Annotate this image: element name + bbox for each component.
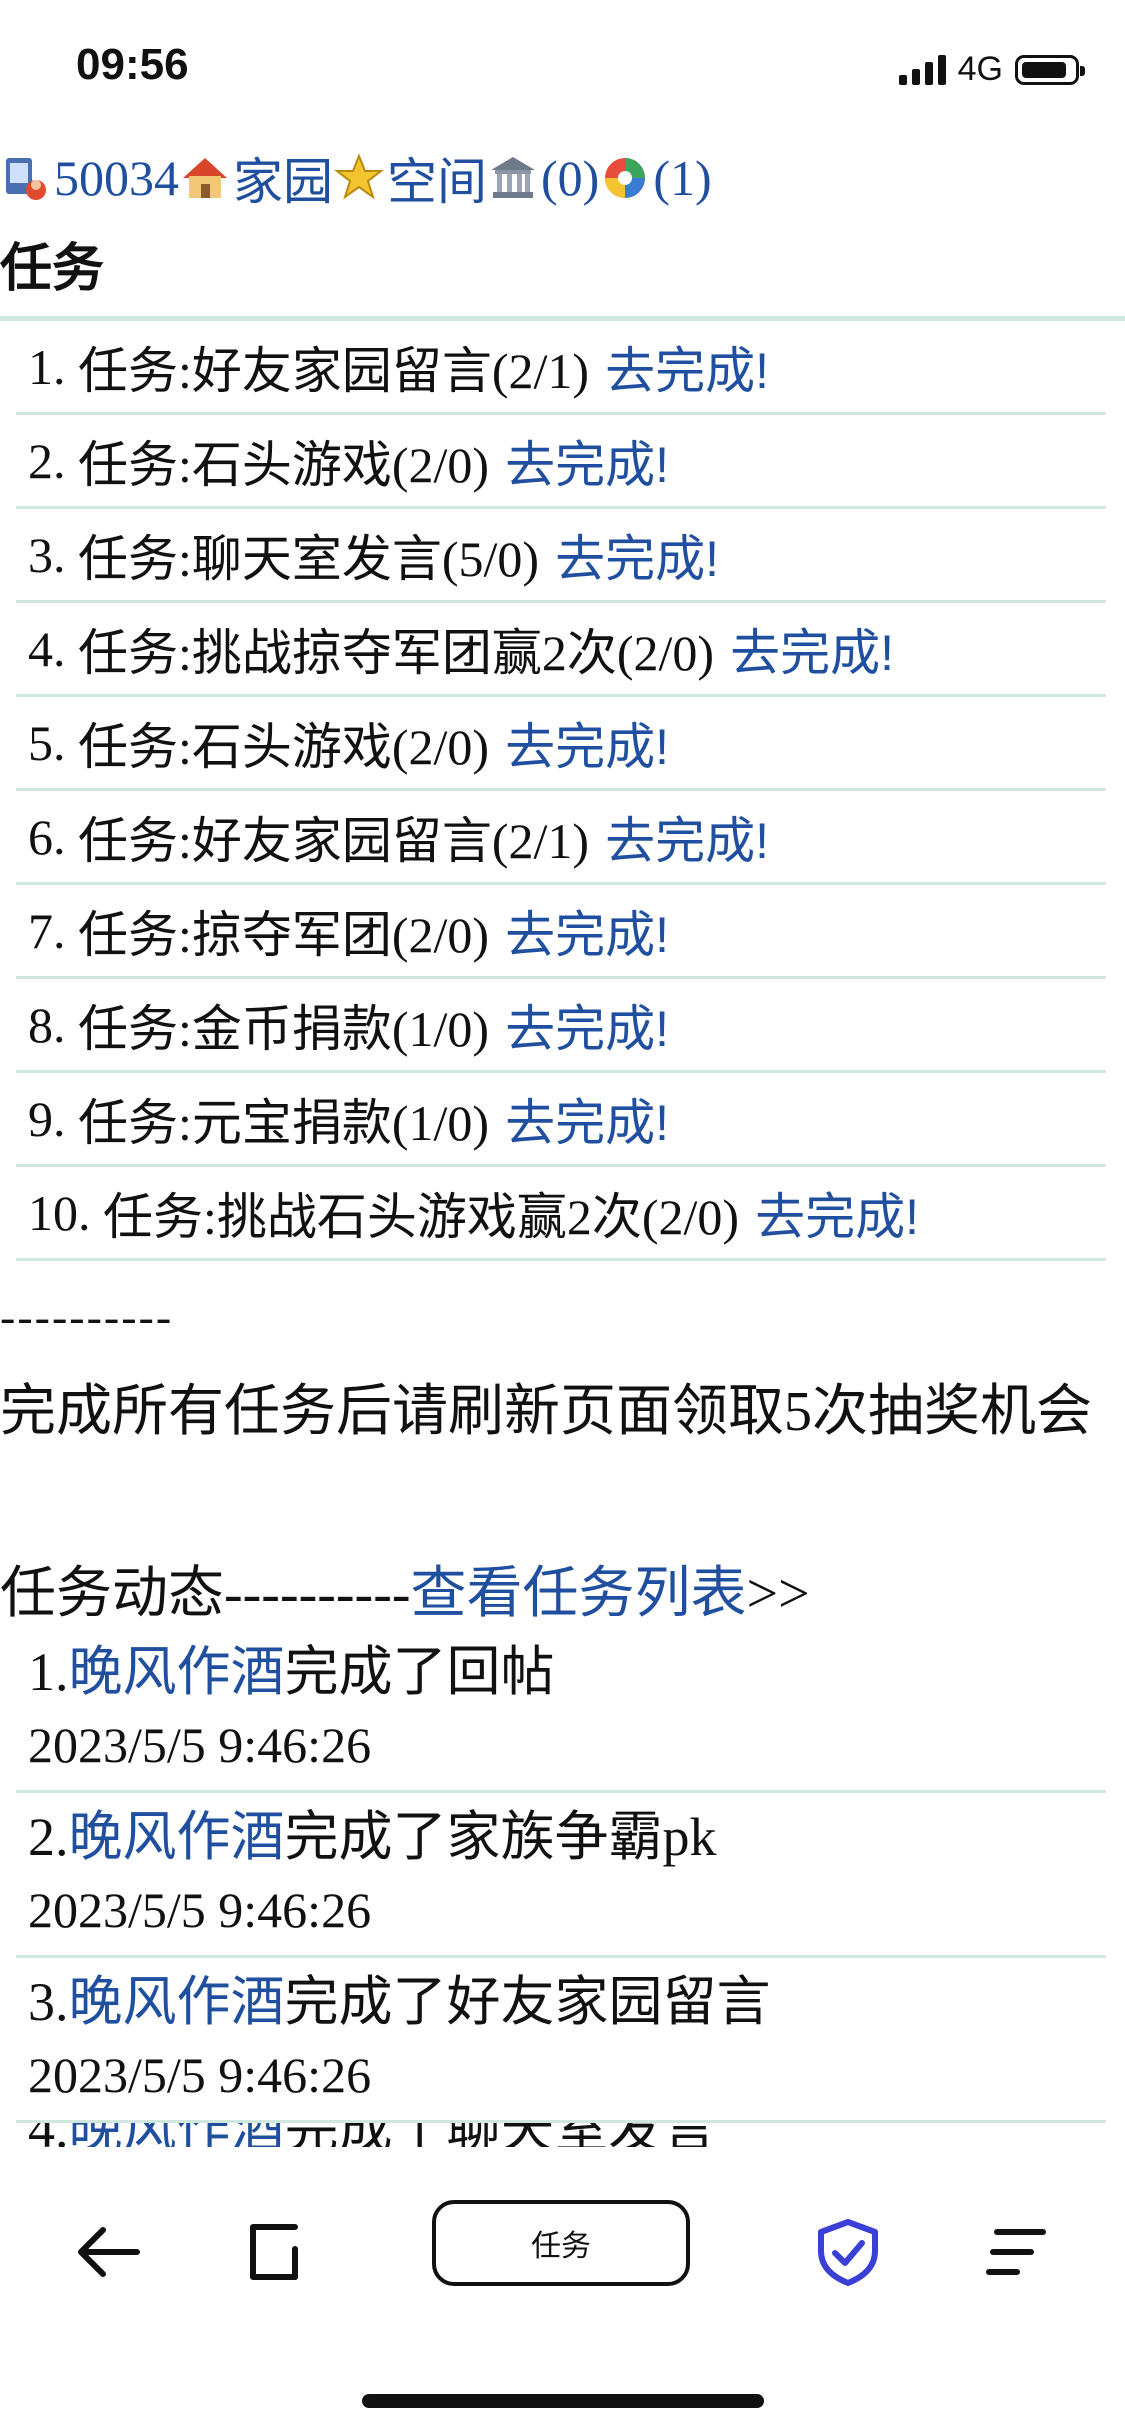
list-item-partial: 4.晚风作酒完成了聊天室发言 [16, 2123, 1106, 2147]
status-indicators: 4G [898, 50, 1085, 89]
task-row: 2. 任务:石头游戏(2/0) 去完成! [16, 415, 1106, 509]
activity-user-link[interactable]: 晚风作酒 [69, 1807, 285, 1867]
task-number: 4. [28, 620, 66, 677]
address-bar-button[interactable]: 任务 [432, 2200, 690, 2286]
space-link[interactable]: 空间 [387, 142, 487, 214]
task-go-link[interactable]: 去完成! [755, 1177, 919, 1249]
task-go-link[interactable]: 去完成! [555, 519, 719, 591]
task-go-link[interactable]: 去完成! [730, 613, 894, 685]
star-icon [334, 153, 384, 200]
activity-user-link[interactable]: 晚风作酒 [69, 2123, 285, 2147]
activity-action: 完成了家族争霸pk [284, 1807, 717, 1867]
activity-number: 4. [28, 2123, 69, 2147]
activity-user-link[interactable]: 晚风作酒 [69, 1972, 285, 2032]
task-list: 1. 任务:好友家园留言(2/1) 去完成! 2. 任务:石头游戏(2/0) 去… [0, 316, 1125, 1261]
activity-title: 任务动态---------- [0, 1563, 411, 1625]
user-phone-icon [6, 158, 46, 200]
task-go-link[interactable]: 去完成! [605, 331, 769, 403]
cellular-signal-icon [898, 54, 946, 85]
bank-count-link[interactable]: (0) [541, 149, 599, 207]
task-number: 10. [28, 1184, 91, 1241]
shield-check-icon [818, 2219, 878, 2286]
task-number: 3. [28, 526, 66, 583]
task-row: 5. 任务:石头游戏(2/0) 去完成! [16, 697, 1106, 791]
task-row: 6. 任务:好友家园留言(2/1) 去完成! [16, 791, 1106, 885]
task-number: 6. [28, 808, 66, 865]
task-go-link[interactable]: 去完成! [505, 895, 669, 967]
activity-action: 完成了聊天室发言 [285, 2123, 717, 2147]
top-nav: 50034 家园 空间 (0) (1) [0, 140, 1125, 216]
list-item: 2.晚风作酒完成了家族争霸pk 2023/5/5 9:46:26 [16, 1793, 1106, 1958]
activity-user-link[interactable]: 晚风作酒 [69, 1642, 285, 1702]
task-row: 4. 任务:挑战掠夺军团赢2次(2/0) 去完成! [16, 603, 1106, 697]
tabs-button[interactable] [236, 2212, 316, 2292]
shield-button[interactable] [808, 2212, 888, 2292]
task-text: 任务:好友家园留言(2/1) [78, 812, 590, 869]
activity-heading: 任务动态----------查看任务列表>> [0, 1548, 810, 1629]
task-row: 10. 任务:挑战石头游戏赢2次(2/0) 去完成! [16, 1167, 1106, 1261]
status-time: 09:56 [76, 40, 189, 89]
task-row: 7. 任务:掠夺军团(2/0) 去完成! [16, 885, 1106, 979]
activity-number: 1. [28, 1642, 69, 1702]
task-row: 9. 任务:元宝捐款(1/0) 去完成! [16, 1073, 1106, 1167]
task-row: 3. 任务:聊天室发言(5/0) 去完成! [16, 509, 1106, 603]
activity-number: 3. [28, 1972, 69, 2032]
activity-link-suffix: >> [746, 1563, 810, 1625]
tabs-icon [250, 2224, 298, 2280]
task-number: 1. [28, 338, 66, 395]
task-number: 5. [28, 714, 66, 771]
task-go-link[interactable]: 去完成! [505, 1083, 669, 1155]
task-text: 任务:聊天室发言(5/0) [78, 530, 540, 587]
task-text: 任务:石头游戏(2/0) [78, 718, 490, 775]
text-divider: ---------- [0, 1291, 174, 1342]
task-text: 任务:挑战掠夺军团赢2次(2/0) [78, 624, 715, 681]
activity-number: 2. [28, 1807, 69, 1867]
home-indicator [362, 2394, 764, 2408]
user-id-link[interactable]: 50034 [54, 149, 179, 207]
task-go-link[interactable]: 去完成! [505, 989, 669, 1061]
refresh-notice: 完成所有任务后请刷新页面领取5次抽奖机会 [0, 1381, 1092, 1443]
task-row: 1. 任务:好友家园留言(2/1) 去完成! [16, 321, 1106, 415]
game-count-link[interactable]: (1) [653, 149, 711, 207]
activity-time: 2023/5/5 9:46:26 [28, 1882, 372, 1938]
house-icon [183, 158, 227, 198]
task-text: 任务:石头游戏(2/0) [78, 436, 490, 493]
bank-icon [491, 157, 535, 198]
list-item: 3.晚风作酒完成了好友家园留言 2023/5/5 9:46:26 [16, 1958, 1106, 2123]
task-number: 2. [28, 432, 66, 489]
network-type: 4G [957, 50, 1003, 88]
game-wheel-icon [605, 158, 646, 198]
activity-action: 完成了好友家园留言 [284, 1972, 771, 2032]
list-item: 1.晚风作酒完成了回帖 2023/5/5 9:46:26 [16, 1628, 1106, 1793]
status-bar: 09:56 4G [0, 0, 1125, 130]
task-go-link[interactable]: 去完成! [605, 801, 769, 873]
back-button[interactable] [68, 2212, 148, 2292]
view-task-list-link[interactable]: 查看任务列表 [410, 1563, 746, 1625]
activity-time: 2023/5/5 9:46:26 [28, 1717, 372, 1773]
task-row: 8. 任务:金币捐款(1/0) 去完成! [16, 979, 1106, 1073]
task-number: 9. [28, 1090, 66, 1147]
task-number: 8. [28, 996, 66, 1053]
task-number: 7. [28, 902, 66, 959]
home-link[interactable]: 家园 [233, 142, 333, 214]
page-title: 任务 [0, 240, 105, 298]
menu-button[interactable] [976, 2212, 1056, 2292]
task-text: 任务:好友家园留言(2/1) [78, 342, 590, 399]
menu-lines-icon [986, 2229, 1046, 2275]
task-text: 任务:掠夺军团(2/0) [78, 906, 490, 963]
activity-list: 1.晚风作酒完成了回帖 2023/5/5 9:46:26 2.晚风作酒完成了家族… [16, 1628, 1106, 2123]
task-text: 任务:挑战石头游戏赢2次(2/0) [103, 1188, 740, 1245]
arrow-left-icon [78, 2227, 140, 2277]
task-text: 任务:元宝捐款(1/0) [78, 1094, 490, 1151]
activity-action: 完成了回帖 [284, 1642, 555, 1702]
task-text: 任务:金币捐款(1/0) [78, 1000, 490, 1057]
activity-time: 2023/5/5 9:46:26 [28, 2047, 372, 2103]
task-go-link[interactable]: 去完成! [505, 425, 669, 497]
battery-icon [1015, 54, 1085, 85]
task-go-link[interactable]: 去完成! [505, 707, 669, 779]
